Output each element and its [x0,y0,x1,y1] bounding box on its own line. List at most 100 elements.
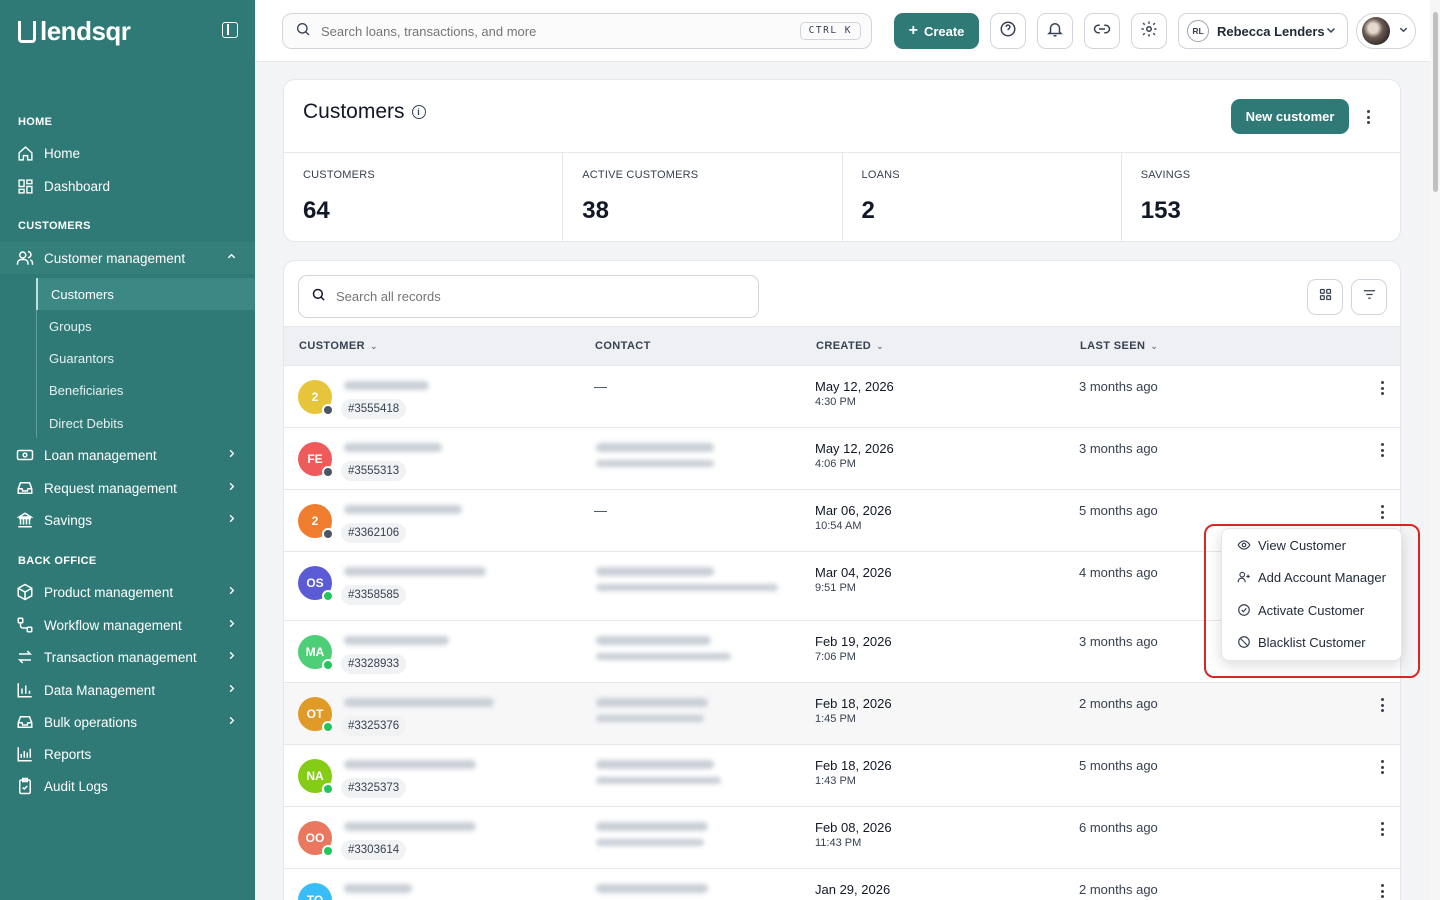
sidebar-subitem-guarantors[interactable]: Guarantors [36,342,255,374]
customers-summary-card: Customers i New customer CUSTOMERS 64 AC… [283,79,1401,242]
sidebar-item-dashboard[interactable]: Dashboard [0,170,255,202]
row-actions-icon[interactable] [1374,441,1390,459]
row-actions-icon[interactable] [1374,379,1390,397]
table-row[interactable]: OT #3325376 Feb 18, 2026 1:45 PM 2 months ag… [284,683,1400,745]
created-time: 11:43 PM [815,837,862,849]
sidebar-item-loan-management[interactable]: Loan management [0,439,255,471]
created-time: 10:54 AM [815,520,862,532]
sidebar-subitem-direct-debits[interactable]: Direct Debits [36,407,255,439]
avatar-initials: NA [306,769,324,783]
customer-name-redacted[interactable] [344,567,486,576]
customer-avatar: FE [298,442,334,478]
brand-name: lendsqr [40,16,131,46]
profile-menu-button[interactable] [1356,13,1416,49]
column-header-created[interactable]: CREATED ⌄ [816,340,884,352]
global-search[interactable]: CTRL K [282,13,872,49]
brand-logo[interactable]: lendsqr [18,16,131,47]
sidebar-subitem-groups[interactable]: Groups [36,310,255,342]
chevron-right-icon [226,650,237,664]
sidebar-item-request-management[interactable]: Request management [0,472,255,504]
customer-name-redacted[interactable] [344,698,494,707]
table-row[interactable]: OO #3303614 Feb 08, 2026 11:43 PM 6 months a… [284,807,1400,869]
grid-view-button[interactable] [1307,279,1343,315]
chevron-right-icon [226,715,237,729]
sidebar-item-transaction-management[interactable]: Transaction management [0,641,255,673]
table-row[interactable]: TO Jan 29, 2026 2 months ago [284,869,1400,900]
info-icon[interactable]: i [411,105,426,119]
contact-phone-redacted [596,698,708,707]
sidebar-item-audit-logs[interactable]: Audit Logs [0,770,255,802]
link-button[interactable] [1084,13,1120,49]
stat-label: SAVINGS [1140,169,1191,181]
workflow-icon [16,616,34,634]
plus-icon: + [908,22,918,39]
collapse-sidebar-icon[interactable] [222,22,238,38]
row-actions-icon[interactable] [1374,820,1390,838]
sidebar-item-label: Dashboard [44,178,111,194]
sidebar-item-reports[interactable]: Reports [0,738,255,770]
organization-switcher[interactable]: RL Rebecca Lenders [1178,13,1348,49]
column-header-customer[interactable]: CUSTOMER ⌄ [299,340,378,352]
create-button[interactable]: + Create [894,13,979,49]
new-customer-button[interactable]: New customer [1231,99,1349,134]
customer-avatar: 2 [298,504,334,540]
customer-name-redacted[interactable] [344,884,412,893]
table-row[interactable]: FE #3555313 May 12, 2026 4:06 PM 3 months ag… [284,428,1400,490]
sidebar-item-label: Loan management [44,447,157,463]
sidebar-item-workflow-management[interactable]: Workflow management [0,609,255,641]
column-header-last-seen[interactable]: LAST SEEN ⌄ [1080,340,1158,352]
row-actions-icon[interactable] [1374,758,1390,776]
stat-customers: CUSTOMERS 64 [284,153,564,241]
sidebar-item-label: Data Management [44,682,156,698]
row-actions-icon[interactable] [1374,882,1390,900]
notifications-button[interactable] [1037,13,1073,49]
customer-name-redacted[interactable] [344,381,429,390]
customer-id-badge: #3303614 [341,840,407,860]
section-title-customers: CUSTOMERS [18,220,91,232]
sidebar-item-savings[interactable]: Savings [0,504,255,536]
help-button[interactable] [990,13,1026,49]
topbar: CTRL K + Create RL Rebecca Lenders [255,0,1430,62]
scrollbar-thumb[interactable] [1433,12,1438,192]
customer-name-redacted[interactable] [344,505,462,514]
sidebar-item-data-management[interactable]: Data Management [0,674,255,706]
menu-item-activate-customer[interactable]: Activate Customer [1222,594,1403,626]
customer-name-redacted[interactable] [344,636,449,645]
created-time: 1:43 PM [815,775,856,787]
records-search-input[interactable] [336,289,736,304]
last-seen: 2 months ago [1079,882,1158,897]
settings-button[interactable] [1131,13,1167,49]
sidebar-item-product-management[interactable]: Product management [0,576,255,608]
global-search-input[interactable] [321,23,771,39]
menu-item-label: Add Account Manager [1258,569,1386,585]
more-options-icon[interactable] [1360,108,1376,126]
chevron-down-icon [1325,24,1337,39]
sidebar-item-customer-management[interactable]: Customer management [0,242,255,274]
sidebar-item-label: Savings [44,512,93,528]
table-header: CUSTOMER ⌄ CONTACT CREATED ⌄ LAST SEEN ⌄ [284,326,1400,366]
search-icon [295,21,311,42]
row-actions-icon[interactable] [1374,503,1390,521]
customer-name-redacted[interactable] [344,760,476,769]
menu-item-blacklist-customer[interactable]: Blacklist Customer [1222,626,1403,658]
sidebar-item-bulk-operations[interactable]: Bulk operations [0,706,255,738]
create-button-label: Create [923,23,965,39]
filter-icon [1362,287,1377,307]
filter-button[interactable] [1351,279,1387,315]
org-name: Rebecca Lenders [1217,23,1325,39]
table-row[interactable]: NA #3325373 Feb 18, 2026 1:43 PM 5 months ag… [284,745,1400,807]
customer-name-redacted[interactable] [344,822,476,831]
menu-item-view-customer[interactable]: View Customer [1222,529,1403,561]
sidebar-item-label: Reports [44,746,92,762]
sidebar-subitem-customers[interactable]: Customers [36,278,255,310]
page-scrollbar[interactable] [1430,0,1440,900]
menu-item-add-account-manager[interactable]: Add Account Manager [1222,561,1403,593]
page-title-text: Customers [303,100,405,123]
sidebar-item-home[interactable]: Home [0,137,255,169]
table-row[interactable]: 2 #3555418 — May 12, 2026 4:30 PM 3 months ag… [284,366,1400,428]
sidebar-subitem-beneficiaries[interactable]: Beneficiaries [36,374,255,406]
row-actions-icon[interactable] [1374,696,1390,714]
customer-name-redacted[interactable] [344,443,442,452]
chevron-down-icon: ⌄ [1150,340,1159,351]
records-search[interactable] [298,275,759,318]
